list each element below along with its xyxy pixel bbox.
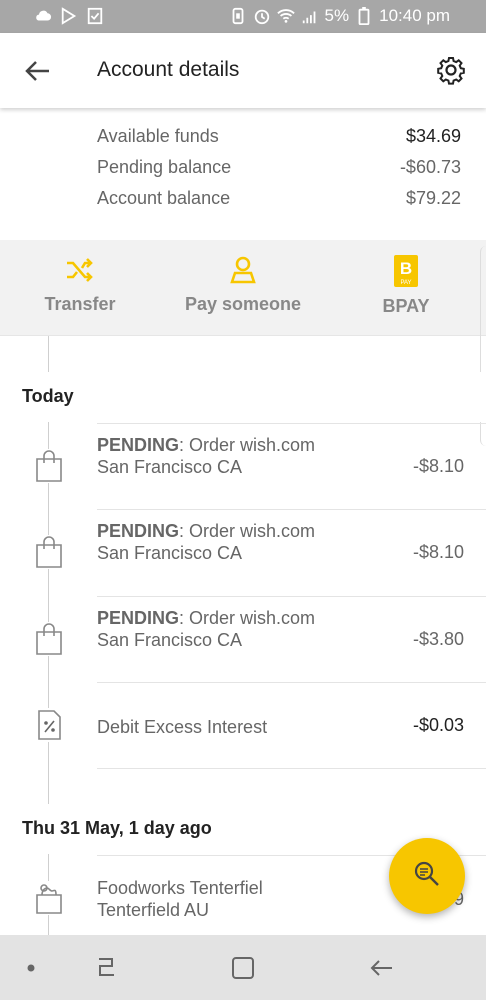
transaction-text: Foodworks Tenterfiel Tenterfield AU — [97, 878, 263, 920]
transaction-description: PENDING: Order wish.com San Francisco CA — [97, 607, 337, 651]
pending-balance-label: Pending balance — [97, 157, 232, 177]
bag-icon — [33, 535, 65, 569]
transaction-amount: -$3.80 — [412, 629, 464, 649]
alarm-icon — [254, 9, 269, 25]
available-funds-label: Available funds — [97, 126, 219, 146]
system-nav-bar — [0, 935, 486, 1000]
bpay-icon-letter: B — [400, 259, 412, 278]
account-balance-value: $79.22 — [405, 188, 461, 208]
transfer-button[interactable]: Transfer — [10, 254, 150, 315]
available-funds-value: $34.69 — [405, 126, 461, 146]
account-balance-row: Account balance $79.22 — [0, 182, 486, 213]
pay-someone-button[interactable]: Pay someone — [173, 254, 313, 315]
cloud-icon — [36, 10, 52, 21]
status-notifications — [34, 7, 104, 25]
quick-actions: Transfer Pay someone B PAY BPAY — [0, 240, 486, 336]
transaction-row[interactable]: PENDING: Order wish.com San Francisco CA… — [0, 509, 486, 596]
transfer-label: Transfer — [44, 294, 116, 314]
battery-icon — [358, 7, 370, 25]
grocery-icon — [33, 881, 65, 915]
funds-summary: Available funds $34.69 Pending balance -… — [0, 120, 486, 213]
status-bar: 5% 10:40 pm — [0, 0, 486, 33]
transaction-amount: -$8.10 — [412, 456, 464, 476]
clock: 10:40 pm — [379, 6, 450, 25]
bag-icon — [33, 449, 65, 483]
pending-balance-row: Pending balance -$60.73 — [0, 151, 486, 182]
signal-icon — [302, 11, 315, 24]
app-bar: Account details — [0, 33, 486, 108]
transaction-description: Debit Excess Interest — [97, 716, 337, 738]
percent-doc-icon — [33, 708, 65, 742]
account-balance-label: Account balance — [97, 188, 231, 208]
row-divider — [97, 768, 486, 769]
back-nav-icon[interactable] — [366, 953, 396, 983]
transaction-amount: -$0.03 — [412, 715, 464, 735]
gear-icon[interactable] — [436, 55, 466, 85]
transaction-description: Foodworks Tenterfiel Tenterfield AU — [97, 877, 337, 921]
section-title: Thu 31 May, 1 day ago — [22, 818, 212, 838]
transaction-row[interactable]: Debit Excess Interest -$0.03 — [0, 682, 486, 769]
pending-label: PENDING — [97, 521, 180, 541]
back-arrow-icon[interactable] — [22, 55, 54, 87]
pending-label: PENDING — [97, 608, 180, 628]
person-icon — [230, 256, 256, 284]
checkbox-icon — [87, 7, 103, 25]
transaction-text: Debit Excess Interest — [97, 717, 268, 737]
available-funds-row: Available funds $34.69 — [0, 120, 486, 151]
pending-balance-value: -$60.73 — [399, 157, 461, 177]
page-title: Account details — [97, 58, 240, 81]
row-divider — [97, 682, 486, 683]
play-store-icon — [61, 7, 77, 25]
search-transactions-button[interactable] — [389, 838, 465, 914]
transaction-amount: -$8.10 — [412, 542, 464, 562]
transaction-description: PENDING: Order wish.com San Francisco CA — [97, 434, 337, 478]
recent-apps-icon[interactable] — [92, 953, 122, 983]
section-title: Today — [22, 386, 74, 406]
section-header-today: Today — [0, 372, 486, 422]
shuffle-icon — [67, 258, 93, 282]
transaction-description: PENDING: Order wish.com San Francisco CA — [97, 520, 337, 564]
vibrate-icon — [232, 7, 243, 25]
row-divider — [97, 509, 486, 510]
row-divider — [97, 596, 486, 597]
bpay-button[interactable]: B PAY BPAY — [336, 254, 476, 317]
dot-icon[interactable] — [25, 962, 37, 974]
row-divider — [97, 423, 486, 424]
bpay-label: BPAY — [382, 296, 430, 316]
status-indicators: 5% 10:40 pm — [229, 6, 450, 26]
bpay-icon: B PAY — [394, 255, 418, 287]
battery-percent: 5% — [324, 6, 350, 25]
bag-icon — [33, 622, 65, 656]
pay-someone-label: Pay someone — [184, 294, 302, 314]
wifi-icon — [276, 9, 295, 23]
search-list-icon — [414, 861, 439, 886]
transaction-row[interactable]: PENDING: Order wish.com San Francisco CA… — [0, 423, 486, 510]
pending-label: PENDING — [97, 435, 180, 455]
bpay-icon-subtext: PAY — [400, 280, 411, 286]
transaction-row[interactable]: PENDING: Order wish.com San Francisco CA… — [0, 596, 486, 683]
home-icon[interactable] — [228, 953, 258, 983]
